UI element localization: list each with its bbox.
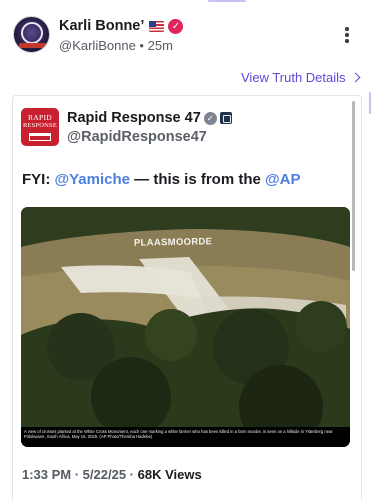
text-middle: — this is from the <box>130 171 266 188</box>
view-truth-details-link[interactable]: View Truth Details <box>241 70 360 85</box>
avatar[interactable] <box>13 16 50 53</box>
view-count[interactable]: 68K Views <box>138 467 202 482</box>
author-name-row[interactable]: Karli Bonne’ ✓ <box>59 18 184 34</box>
photo-caption-bar: A view of crosses planted at the White C… <box>21 427 350 447</box>
view-truth-details-label: View Truth Details <box>241 70 346 85</box>
gray-verified-icon: ✓ <box>203 111 217 125</box>
author-meta: @KarliBonne • 25m <box>59 38 173 53</box>
photo-caption: A view of crosses planted at the White C… <box>24 429 333 440</box>
text-prefix: FYI: <box>22 171 55 188</box>
meta-separator: • <box>139 38 144 53</box>
embed-author-name[interactable]: Rapid Response 47 <box>67 110 201 126</box>
government-badge-icon <box>219 112 232 125</box>
post-time-ago: 25m <box>147 38 173 53</box>
embed-post-text: FYI: @Yamiche — this is from the @AP <box>22 171 300 188</box>
verified-badge-icon: ✓ <box>168 18 184 34</box>
logo-line-1: RAPID <box>27 113 52 122</box>
embed-photo[interactable]: PLAASMOORDE A view of crosses planted at… <box>21 207 350 447</box>
top-accent-bar <box>208 0 246 2</box>
scrollbar-thumb[interactable] <box>352 101 355 271</box>
avatar-band <box>19 43 46 48</box>
post-timestamp: 1:33 PM · 5/22/25 · <box>22 467 138 482</box>
mention-yamiche-link[interactable]: @Yamiche <box>55 171 131 188</box>
rapid-response-logo[interactable]: RAPID RESPONSE <box>21 108 59 146</box>
post-header: Karli Bonne’ ✓ @KarliBonne • 25m <box>13 16 363 56</box>
us-flag-icon <box>149 20 165 32</box>
author-display-name[interactable]: Karli Bonne’ <box>59 18 144 34</box>
white-house-icon <box>29 133 51 141</box>
chevron-right-icon <box>350 72 360 83</box>
avatar-emblem <box>21 22 43 44</box>
logo-line-2: RESPONSE <box>22 122 58 129</box>
photo-sign-text: PLAASMOORDE <box>133 236 213 249</box>
mention-ap-link[interactable]: @AP <box>265 171 300 188</box>
embed-author-handle[interactable]: @RapidResponse47 <box>67 129 207 145</box>
author-handle[interactable]: @KarliBonne <box>59 38 136 53</box>
embed-author-name-row[interactable]: Rapid Response 47 ✓ <box>67 110 232 126</box>
more-vertical-icon[interactable] <box>343 27 351 45</box>
post-meta: 1:33 PM · 5/22/25 · 68K Views <box>22 467 202 482</box>
